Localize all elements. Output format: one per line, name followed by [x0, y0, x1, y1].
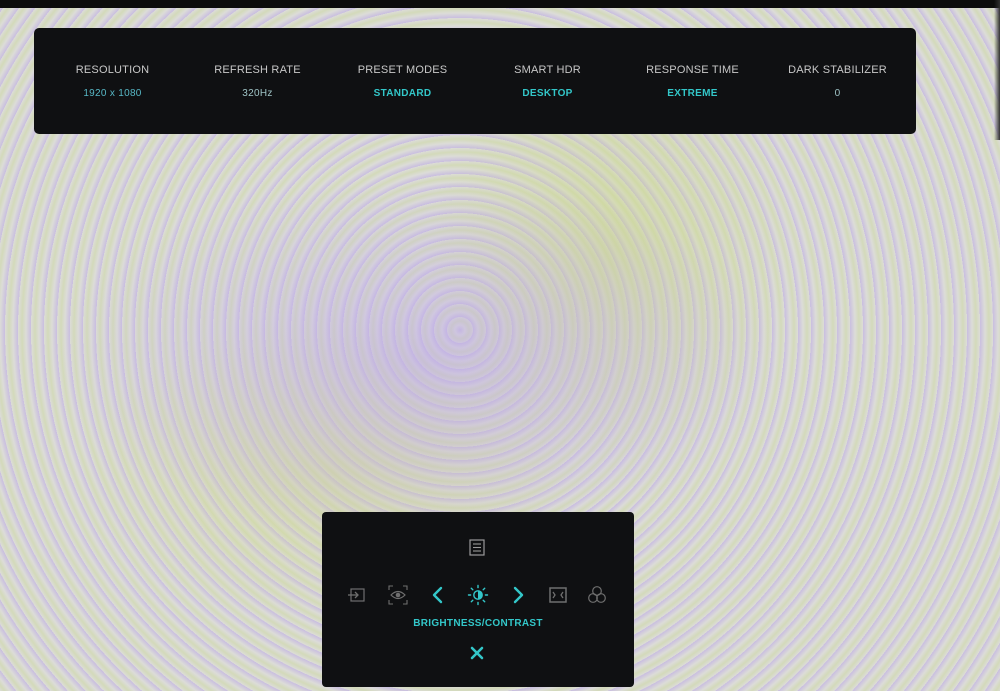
eye-icon[interactable]: [387, 584, 409, 606]
color-circles-icon[interactable]: [586, 584, 608, 606]
info-label: REFRESH RATE: [214, 63, 301, 76]
brightness-icon[interactable]: [467, 584, 489, 606]
osd-quick-menu: BRIGHTNESS/CONTRAST: [322, 512, 634, 687]
menu-list-icon[interactable]: [469, 539, 485, 556]
info-label: PRESET MODES: [357, 63, 448, 76]
aspect-ratio-icon[interactable]: [547, 584, 569, 606]
info-response-time: RESPONSE TIME EXTREME: [620, 64, 765, 99]
info-value: 320Hz: [242, 87, 273, 99]
info-value: EXTREME: [667, 87, 718, 99]
info-value: 1920 x 1080: [83, 87, 142, 99]
osd-selected-label: BRIGHTNESS/CONTRAST: [413, 618, 543, 629]
info-label: SMART HDR: [514, 63, 581, 76]
info-preset-modes: PRESET MODES STANDARD: [330, 64, 475, 99]
monitor-info-bar: RESOLUTION 1920 x 1080 REFRESH RATE 320H…: [34, 28, 916, 134]
info-label: RESPONSE TIME: [646, 63, 739, 76]
info-value: STANDARD: [373, 87, 432, 99]
info-dark-stabilizer: DARK STABILIZER 0: [765, 64, 910, 99]
screen-bezel: [0, 0, 1000, 8]
chevron-left-icon[interactable]: [427, 584, 449, 606]
close-icon[interactable]: [468, 644, 486, 662]
info-value: DESKTOP: [522, 87, 573, 99]
info-refresh-rate: REFRESH RATE 320Hz: [185, 64, 330, 99]
osd-icon-row: [322, 584, 634, 606]
info-label: RESOLUTION: [75, 63, 150, 76]
chevron-right-icon[interactable]: [507, 584, 529, 606]
info-resolution: RESOLUTION 1920 x 1080: [40, 64, 185, 99]
screen-edge-shadow: [994, 0, 1000, 140]
input-source-icon[interactable]: [346, 584, 368, 606]
info-label: DARK STABILIZER: [788, 63, 887, 76]
info-smart-hdr: SMART HDR DESKTOP: [475, 64, 620, 99]
info-value: 0: [834, 87, 841, 99]
